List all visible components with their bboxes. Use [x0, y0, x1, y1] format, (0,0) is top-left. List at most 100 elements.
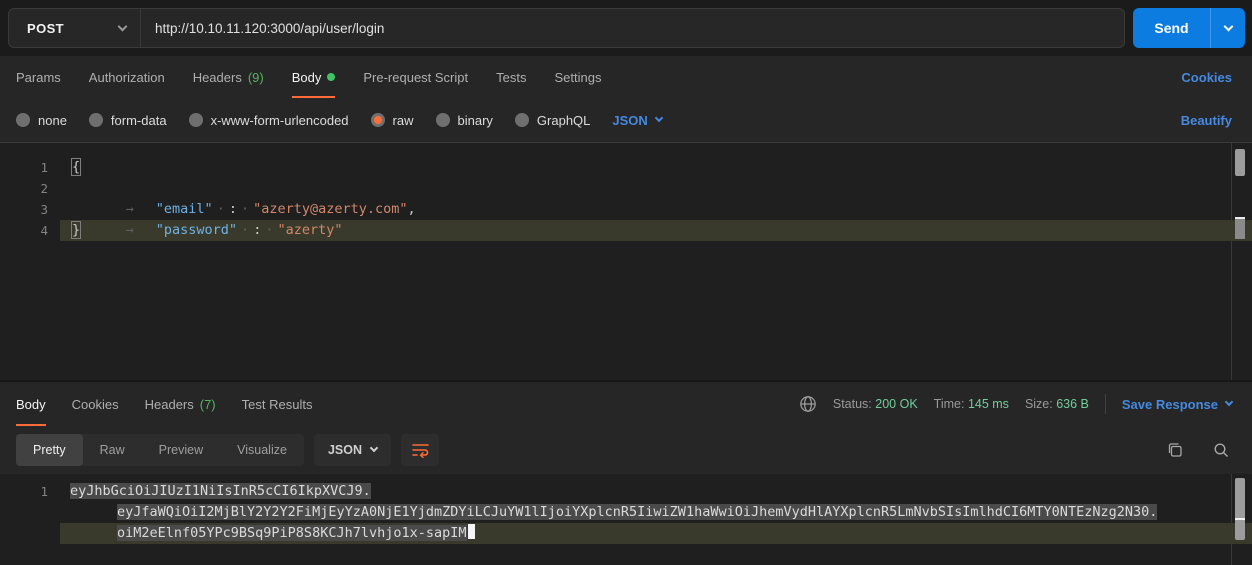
response-line-1: eyJhbGciOiJIUzI1NiIsInR5cCI6IkpXVCJ9.: [70, 481, 371, 502]
method-label: POST: [27, 21, 64, 36]
size-value: 636 B: [1056, 397, 1089, 411]
network-globe-icon[interactable]: [799, 395, 817, 413]
line-number: 1: [0, 481, 48, 502]
view-pretty[interactable]: Pretty: [16, 434, 83, 466]
response-view-switcher: Pretty Raw Preview Visualize: [16, 434, 304, 466]
request-tabs: Params Authorization Headers (9) Body Pr…: [0, 56, 1252, 98]
line-number: 1: [0, 157, 48, 178]
chevron-down-icon: [1225, 398, 1233, 406]
scrollbar-thumb[interactable]: [1235, 478, 1245, 540]
response-meta: Status: 200 OK Time: 145 ms Size: 636 B …: [799, 394, 1232, 414]
copy-icon: [1166, 441, 1184, 459]
vertical-divider: [1105, 394, 1106, 414]
search-response-button[interactable]: [1212, 441, 1230, 459]
response-tab-body[interactable]: Body: [16, 382, 46, 426]
line-number: 2: [0, 178, 48, 199]
chevron-down-icon: [655, 114, 663, 122]
response-line-2: eyJfaWQiOiI2MjBlY2Y2Y2FiMjEyYzA0NjE1Yjdm…: [117, 502, 1157, 523]
request-body-editor[interactable]: 1 { 2 →"email"·:·"azerty@azerty.com", 3 …: [0, 143, 1252, 380]
body-modified-dot-icon: [327, 73, 335, 81]
response-format-select[interactable]: JSON: [314, 434, 391, 466]
scrollbar-cursor-marker: [1235, 217, 1245, 239]
jwt-header-segment: eyJhbGciOiJIUzI1NiIsInR5cCI6IkpXVCJ9.: [70, 483, 371, 499]
copy-response-button[interactable]: [1166, 441, 1184, 459]
time-value: 145 ms: [968, 397, 1009, 411]
code-line-2: 2 →"email"·:·"azerty@azerty.com",: [0, 178, 1252, 199]
status-value: 200 OK: [875, 397, 917, 411]
code-line-4: 4 }: [0, 220, 1252, 241]
tab-body[interactable]: Body: [292, 56, 336, 98]
tab-label: Headers: [145, 397, 194, 412]
headers-count: (7): [200, 397, 216, 412]
radio-icon: [89, 113, 103, 127]
language-label: JSON: [612, 113, 647, 128]
line-number: 4: [0, 220, 48, 241]
wrap-lines-button[interactable]: [401, 434, 439, 466]
response-tools: [1166, 441, 1230, 459]
send-split-button: Send: [1133, 8, 1245, 48]
raw-language-select[interactable]: JSON: [612, 113, 661, 128]
scrollbar-cursor-marker: [1235, 518, 1245, 520]
tab-label: Tests: [496, 70, 526, 85]
save-response-button[interactable]: Save Response: [1122, 397, 1232, 412]
mode-none[interactable]: none: [16, 113, 67, 128]
code-line-1: 1 {: [0, 157, 1252, 178]
tab-tests[interactable]: Tests: [496, 56, 526, 98]
view-visualize[interactable]: Visualize: [220, 434, 304, 466]
tab-headers[interactable]: Headers (9): [193, 56, 264, 98]
mode-graphql[interactable]: GraphQL: [515, 113, 590, 128]
tab-label: Params: [16, 70, 61, 85]
tab-label: Settings: [554, 70, 601, 85]
response-line-3: oiM2eElnf05YPc9BSq9PiP8S8KCJh7lvhjo1x-sa…: [117, 523, 475, 544]
send-options-button[interactable]: [1210, 8, 1245, 48]
tab-label: Test Results: [242, 397, 313, 412]
method-select[interactable]: POST: [9, 9, 141, 47]
status-label: Status:: [833, 397, 872, 411]
send-button[interactable]: Send: [1133, 8, 1210, 48]
response-body-editor[interactable]: 1 eyJhbGciOiJIUzI1NiIsInR5cCI6IkpXVCJ9. …: [0, 474, 1252, 565]
tab-settings[interactable]: Settings: [554, 56, 601, 98]
mode-x-www-form-urlencoded[interactable]: x-www-form-urlencoded: [189, 113, 349, 128]
tab-authorization[interactable]: Authorization: [89, 56, 165, 98]
wrap-text-icon: [411, 442, 430, 458]
url-control: POST: [8, 8, 1125, 48]
headers-count: (9): [248, 70, 264, 85]
body-mode-row: none form-data x-www-form-urlencoded raw…: [0, 98, 1252, 142]
view-raw[interactable]: Raw: [83, 434, 142, 466]
mode-label: none: [38, 113, 67, 128]
jwt-payload-segment: eyJfaWQiOiI2MjBlY2Y2Y2FiMjEyYzA0NjE1Yjdm…: [117, 504, 1157, 520]
chevron-down-icon: [1223, 21, 1233, 31]
scrollbar-thumb[interactable]: [1235, 149, 1245, 176]
tab-params[interactable]: Params: [16, 56, 61, 98]
time-metric: Time: 145 ms: [934, 397, 1009, 411]
status-metric: Status: 200 OK: [833, 397, 918, 411]
beautify-link[interactable]: Beautify: [1181, 113, 1232, 128]
response-tab-test-results[interactable]: Test Results: [242, 382, 313, 426]
tab-label: Body: [292, 70, 322, 85]
close-brace: }: [72, 222, 80, 238]
open-brace: {: [72, 159, 80, 175]
response-tab-headers[interactable]: Headers (7): [145, 382, 216, 426]
url-input[interactable]: [141, 9, 1124, 47]
view-preview[interactable]: Preview: [142, 434, 220, 466]
mode-binary[interactable]: binary: [436, 113, 493, 128]
tab-label: Pre-request Script: [363, 70, 468, 85]
save-response-label: Save Response: [1122, 397, 1218, 412]
tab-label: Cookies: [72, 397, 119, 412]
chevron-down-icon: [118, 21, 128, 31]
radio-icon: [16, 113, 30, 127]
search-icon: [1212, 441, 1230, 459]
mode-raw[interactable]: raw: [371, 113, 414, 128]
mode-label: raw: [393, 113, 414, 128]
mode-label: x-www-form-urlencoded: [211, 113, 349, 128]
response-tab-cookies[interactable]: Cookies: [72, 382, 119, 426]
radio-selected-icon: [371, 113, 385, 127]
tab-pre-request-script[interactable]: Pre-request Script: [363, 56, 468, 98]
response-toolbar: Pretty Raw Preview Visualize JSON: [0, 426, 1252, 474]
mode-form-data[interactable]: form-data: [89, 113, 167, 128]
radio-icon: [436, 113, 450, 127]
cookies-link[interactable]: Cookies: [1181, 70, 1232, 85]
size-metric: Size: 636 B: [1025, 397, 1089, 411]
tab-label: Body: [16, 397, 46, 412]
response-header: Body Cookies Headers (7) Test Results St…: [0, 382, 1252, 426]
